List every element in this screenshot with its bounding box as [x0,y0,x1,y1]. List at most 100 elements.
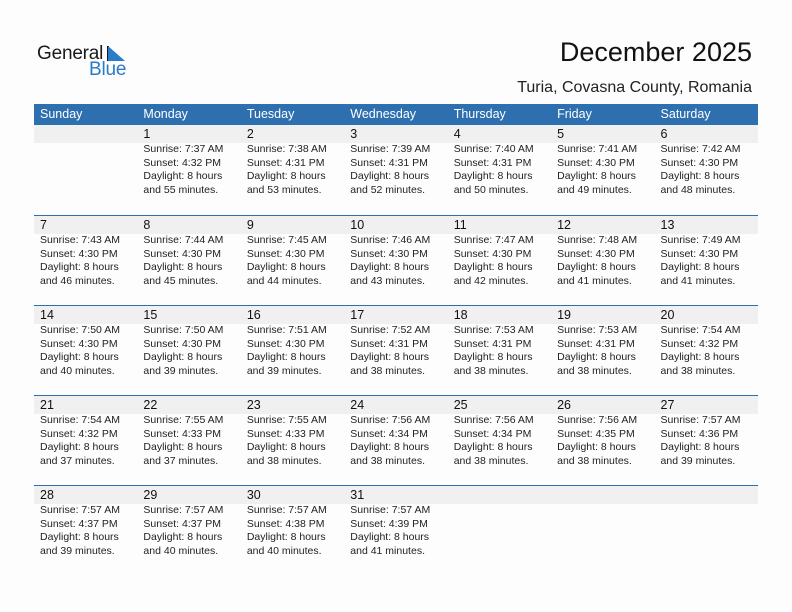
sunset-text: Sunset: 4:31 PM [453,337,532,350]
daylight-minutes-text: and 37 minutes. [143,454,219,467]
sunrise-text: Sunrise: 7:56 AM [453,414,534,426]
week-days: 14 Sunrise: 7:50 AM Sunset: 4:30 PM Dayligh… [34,306,758,378]
daylight-text: Daylight: 8 hours [40,351,119,363]
sunrise-text: Sunrise: 7:54 AM [660,324,741,336]
weekday-thursday: Thursday [453,107,506,121]
day-number: 14 [40,308,54,322]
day-cell: 27 Sunrise: 7:57 AM Sunset: 4:36 PM Dayligh… [655,396,758,468]
week-days: 21 Sunrise: 7:54 AM Sunset: 4:32 PM Dayligh… [34,396,758,468]
sunset-text: Sunset: 4:30 PM [143,247,222,260]
daylight-minutes-text: and 52 minutes. [350,183,425,196]
weekday-friday: Friday [557,107,592,121]
day-number: 28 [40,488,54,502]
daylight-text: Daylight: 8 hours [660,261,740,273]
sunrise-text: Sunrise: 7:53 AM [453,324,534,336]
daylight-minutes-text: and 38 minutes. [453,454,529,467]
day-cell: 20 Sunrise: 7:54 AM Sunset: 4:32 PM Dayligh… [655,306,758,378]
empty-day-cell [655,486,758,558]
daylight-minutes-text: and 48 minutes. [660,183,736,196]
daylight-minutes-text: and 40 minutes. [143,544,219,557]
weekday-sunday: Sunday [40,107,83,121]
day-number: 25 [453,398,468,412]
sunset-text: Sunset: 4:31 PM [350,156,428,169]
day-cell: 23 Sunrise: 7:55 AM Sunset: 4:33 PM Dayligh… [241,396,344,468]
daylight-minutes-text: and 45 minutes. [143,274,219,287]
sunset-text: Sunset: 4:31 PM [350,337,428,350]
weekday-header-row: Sunday Monday Tuesday Wednesday Thursday… [34,104,758,125]
daylight-minutes-text: and 38 minutes. [660,364,736,377]
day-number: 16 [246,308,261,322]
day-cell: 11 Sunrise: 7:47 AM Sunset: 4:30 PM Dayligh… [448,216,551,288]
day-cell: 12 Sunrise: 7:48 AM Sunset: 4:30 PM Dayligh… [551,216,654,288]
daylight-minutes-text: and 38 minutes. [246,454,322,467]
week-row: 7 Sunrise: 7:43 AM Sunset: 4:30 PM Daylight… [34,215,758,305]
week-row: 21 Sunrise: 7:54 AM Sunset: 4:32 PM Dayligh… [34,395,758,485]
day-cell: 15 Sunrise: 7:50 AM Sunset: 4:30 PM Dayligh… [137,306,240,378]
sunset-text: Sunset: 4:30 PM [350,247,428,260]
daylight-text: Daylight: 8 hours [557,170,636,182]
logo: General Blue [37,43,137,83]
day-cell: 21 Sunrise: 7:54 AM Sunset: 4:32 PM Dayligh… [34,396,137,468]
day-number: 9 [246,218,254,232]
day-cell: 1 Sunrise: 7:37 AM Sunset: 4:32 PM Daylight… [137,125,240,197]
day-number: 12 [557,218,572,232]
sunrise-text: Sunrise: 7:52 AM [350,324,431,336]
daylight-text: Daylight: 8 hours [143,351,223,363]
daylight-text: Daylight: 8 hours [557,261,636,273]
daylight-text: Daylight: 8 hours [246,261,326,273]
day-number: 19 [557,308,572,322]
weekday-saturday: Saturday [660,107,711,121]
calendar-grid: Sunday Monday Tuesday Wednesday Thursday… [34,104,758,575]
daylight-minutes-text: and 39 minutes. [660,454,736,467]
logo-text-blue: Blue [89,59,127,80]
sunrise-text: Sunrise: 7:57 AM [660,414,741,426]
day-cell: 6 Sunrise: 7:42 AM Sunset: 4:30 PM Daylight… [655,125,758,197]
daylight-text: Daylight: 8 hours [557,441,636,453]
sunrise-text: Sunrise: 7:57 AM [143,504,224,516]
sunrise-text: Sunrise: 7:57 AM [246,504,327,516]
daylight-minutes-text: and 53 minutes. [246,183,322,196]
day-cell: 22 Sunrise: 7:55 AM Sunset: 4:33 PM Dayligh… [137,396,240,468]
sunrise-text: Sunrise: 7:46 AM [350,234,431,246]
sunrise-text: Sunrise: 7:55 AM [246,414,327,426]
day-cell: 8 Sunrise: 7:44 AM Sunset: 4:30 PM Daylight… [137,216,240,288]
daylight-text: Daylight: 8 hours [350,351,430,363]
sunset-text: Sunset: 4:34 PM [453,427,532,440]
week-days: 7 Sunrise: 7:43 AM Sunset: 4:30 PM Daylight… [34,216,758,288]
week-days: 1 Sunrise: 7:37 AM Sunset: 4:32 PM Daylight… [34,125,758,197]
day-number: 4 [453,127,461,141]
daylight-minutes-text: and 41 minutes. [557,274,632,287]
sunrise-text: Sunrise: 7:44 AM [143,234,224,246]
sunrise-text: Sunrise: 7:48 AM [557,234,638,246]
day-cell: 25 Sunrise: 7:56 AM Sunset: 4:34 PM Dayligh… [448,396,551,468]
sunset-text: Sunset: 4:38 PM [246,517,325,530]
sunrise-text: Sunrise: 7:56 AM [557,414,638,426]
day-number: 11 [453,218,467,232]
sunset-text: Sunset: 4:30 PM [246,337,325,350]
day-cell: 13 Sunrise: 7:49 AM Sunset: 4:30 PM Dayligh… [655,216,758,288]
day-cell: 10 Sunrise: 7:46 AM Sunset: 4:30 PM Dayligh… [344,216,447,288]
sunset-text: Sunset: 4:30 PM [40,247,118,260]
week-days: 28 Sunrise: 7:57 AM Sunset: 4:37 PM Dayligh… [34,486,758,558]
sunrise-text: Sunrise: 7:55 AM [143,414,224,426]
day-number: 22 [143,398,158,412]
sunset-text: Sunset: 4:34 PM [350,427,428,440]
day-cell: 28 Sunrise: 7:57 AM Sunset: 4:37 PM Dayligh… [34,486,137,558]
day-cell: 18 Sunrise: 7:53 AM Sunset: 4:31 PM Dayligh… [448,306,551,378]
daylight-minutes-text: and 55 minutes. [143,183,219,196]
daylight-text: Daylight: 8 hours [453,441,533,453]
day-number: 10 [350,218,365,232]
daylight-minutes-text: and 39 minutes. [246,364,322,377]
day-number: 30 [246,488,261,502]
sunset-text: Sunset: 4:32 PM [40,427,118,440]
daylight-minutes-text: and 39 minutes. [143,364,219,377]
sunrise-text: Sunrise: 7:57 AM [40,504,120,516]
day-cell: 7 Sunrise: 7:43 AM Sunset: 4:30 PM Daylight… [34,216,137,288]
daylight-minutes-text: and 46 minutes. [40,274,115,287]
sunset-text: Sunset: 4:35 PM [557,427,635,440]
day-number: 31 [350,488,365,502]
sunset-text: Sunset: 4:37 PM [143,517,222,530]
daylight-text: Daylight: 8 hours [246,170,326,182]
sunrise-text: Sunrise: 7:54 AM [40,414,120,426]
sunset-text: Sunset: 4:30 PM [660,156,739,169]
